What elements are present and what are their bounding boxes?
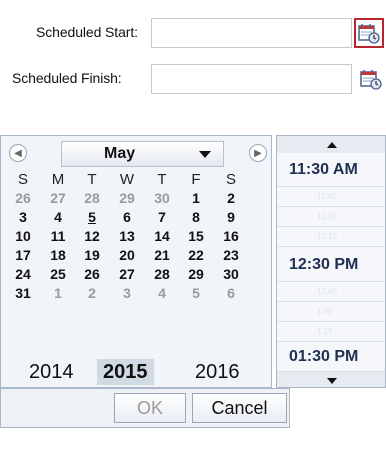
start-calendar-button[interactable]	[354, 18, 384, 48]
calendar-day[interactable]: 4	[44, 208, 72, 227]
year-selector: 2014 2015 2016	[1, 358, 273, 388]
arrow-up-icon	[327, 141, 337, 148]
scheduled-finish-label: Scheduled Finish:	[12, 70, 122, 86]
time-slot[interactable]: 12:15	[277, 227, 385, 247]
calendar-clock-icon	[360, 70, 382, 90]
calendar-week-row: 3456789	[1, 208, 273, 227]
chevron-down-icon	[199, 151, 211, 158]
calendar-day[interactable]: 29	[113, 189, 141, 208]
calendar-day[interactable]: 2	[217, 189, 245, 208]
calendar-day[interactable]: 25	[44, 265, 72, 284]
weekday-label: M	[51, 171, 65, 188]
weekday-label: S	[225, 171, 236, 188]
month-select[interactable]: May	[61, 141, 224, 167]
calendar-day[interactable]: 27	[44, 189, 72, 208]
calendar-day[interactable]: 2	[78, 284, 106, 303]
time-slot[interactable]: 11:45	[277, 187, 385, 207]
time-slot[interactable]: 1:00	[277, 302, 385, 322]
time-slot[interactable]: 01:30 PM	[277, 342, 385, 372]
weekday-label: S	[17, 171, 28, 188]
calendar-day[interactable]: 31	[9, 284, 37, 303]
time-scroll-up-button[interactable]	[277, 136, 385, 153]
weekday-label: T	[87, 171, 97, 188]
scheduled-start-label: Scheduled Start:	[36, 24, 138, 40]
calendar-day[interactable]: 9	[217, 208, 245, 227]
calendar-grid: SMTWTFS 26 27 28 29 30 1 2 3 4 5 6 7 8 9 10 11 12 13 14 15 1…	[1, 170, 273, 303]
scheduled-start-input[interactable]	[151, 18, 352, 48]
calendar-day[interactable]: 3	[9, 208, 37, 227]
time-picker-panel: 11:30 AM 11:45 12:00 12:15 12:30 PM 12:45 1:00…	[276, 135, 386, 388]
weekday-label: F	[191, 171, 201, 188]
month-label: May	[104, 145, 136, 162]
date-picker-panel: ◀ May ▶ SMTWTFS 26 27 28 29 30 1 2 3 4 5 6 7 8 9 10 11 1…	[0, 135, 272, 388]
time-slot[interactable]: 1:15	[277, 322, 385, 342]
calendar-day[interactable]: 11	[44, 227, 72, 246]
calendar-day[interactable]: 19	[78, 246, 106, 265]
ok-button[interactable]: OK	[114, 393, 186, 423]
time-slot[interactable]: 11:30 AM	[277, 153, 385, 187]
calendar-day[interactable]: 18	[44, 246, 72, 265]
weekday-label: W	[119, 171, 135, 188]
calendar-day[interactable]: 26	[78, 265, 106, 284]
calendar-day[interactable]: 21	[148, 246, 176, 265]
arrow-down-icon	[327, 377, 337, 384]
calendar-day[interactable]: 28	[78, 189, 106, 208]
calendar-day[interactable]: 15	[182, 227, 210, 246]
calendar-day[interactable]: 22	[182, 246, 210, 265]
time-slot[interactable]: 12:00	[277, 207, 385, 227]
calendar-week-row: 24 25 26 27 28 29 30	[1, 265, 273, 284]
calendar-clock-icon	[358, 24, 380, 44]
cancel-button[interactable]: Cancel	[192, 393, 287, 423]
calendar-day[interactable]: 5	[78, 208, 106, 227]
calendar-day[interactable]: 6	[113, 208, 141, 227]
calendar-day[interactable]: 14	[148, 227, 176, 246]
calendar-day[interactable]: 3	[113, 284, 141, 303]
calendar-day[interactable]: 24	[9, 265, 37, 284]
calendar-day[interactable]: 1	[182, 189, 210, 208]
calendar-day[interactable]: 12	[78, 227, 106, 246]
calendar-day[interactable]: 6	[217, 284, 245, 303]
calendar-day[interactable]: 1	[44, 284, 72, 303]
calendar-day[interactable]: 30	[148, 189, 176, 208]
year-option[interactable]: 2015	[97, 359, 154, 385]
weekday-label: T	[157, 171, 167, 188]
calendar-day[interactable]: 16	[217, 227, 245, 246]
calendar-week-row: 17 18 19 20 21 22 23	[1, 246, 273, 265]
time-scroll-down-button[interactable]	[277, 372, 385, 387]
next-month-button[interactable]: ▶	[249, 144, 267, 162]
calendar-day[interactable]: 13	[113, 227, 141, 246]
calendar-week-row: 26 27 28 29 30 1 2	[1, 189, 273, 208]
time-slot[interactable]: 12:30 PM	[277, 247, 385, 282]
weekday-header: SMTWTFS	[1, 170, 273, 189]
calendar-day[interactable]: 28	[148, 265, 176, 284]
calendar-day[interactable]: 27	[113, 265, 141, 284]
scheduled-finish-input[interactable]	[151, 64, 352, 94]
calendar-day[interactable]: 29	[182, 265, 210, 284]
calendar-week-row: 31 1 2 3 4 5 6	[1, 284, 273, 303]
calendar-day[interactable]: 26	[9, 189, 37, 208]
dialog-button-bar: OK Cancel	[0, 388, 290, 428]
calendar-day[interactable]: 10	[9, 227, 37, 246]
calendar-week-row: 10 11 12 13 14 15 16	[1, 227, 273, 246]
time-slot[interactable]: 12:45	[277, 282, 385, 302]
calendar-day[interactable]: 4	[148, 284, 176, 303]
prev-month-button[interactable]: ◀	[9, 144, 27, 162]
calendar-day[interactable]: 5	[182, 284, 210, 303]
calendar-day[interactable]: 20	[113, 246, 141, 265]
calendar-day[interactable]: 23	[217, 246, 245, 265]
finish-calendar-button[interactable]	[356, 64, 386, 94]
calendar-day[interactable]: 30	[217, 265, 245, 284]
year-option[interactable]: 2014	[23, 359, 80, 385]
calendar-day[interactable]: 8	[182, 208, 210, 227]
year-option[interactable]: 2016	[189, 359, 246, 385]
calendar-day[interactable]: 17	[9, 246, 37, 265]
calendar-day[interactable]: 7	[148, 208, 176, 227]
